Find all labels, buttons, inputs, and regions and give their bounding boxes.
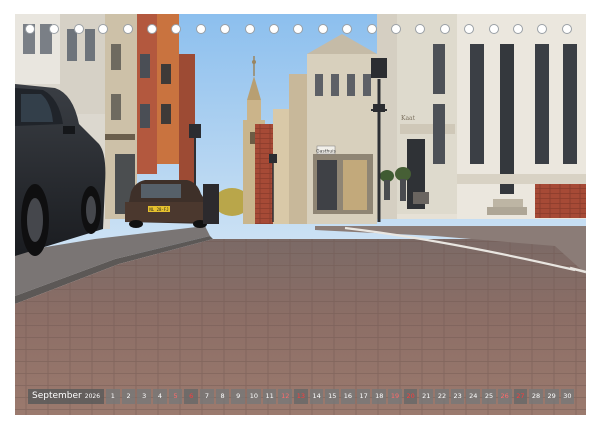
calendar-day: 19 bbox=[388, 389, 402, 404]
calendar-day: 17 bbox=[356, 389, 371, 404]
calendar-day: 5 bbox=[168, 389, 183, 404]
month-label: September 2026 bbox=[28, 389, 105, 404]
calendar-day: 7 bbox=[200, 389, 214, 404]
binding-ring bbox=[244, 24, 255, 34]
binding-ring bbox=[537, 24, 548, 34]
calendar-day: 9 bbox=[231, 389, 246, 404]
month-name: September bbox=[32, 391, 82, 401]
calendar-day: 24 bbox=[466, 389, 481, 404]
calendar-day: 15 bbox=[325, 389, 340, 404]
calendar-day: 25 bbox=[482, 389, 496, 404]
license-plate: NL 28-FJ bbox=[149, 207, 168, 212]
calendar-day: 21 bbox=[419, 389, 434, 404]
calendar-day: 22 bbox=[435, 389, 449, 404]
year-label: 2026 bbox=[84, 393, 101, 400]
calendar-day: 14 bbox=[309, 389, 324, 404]
binding-rings bbox=[15, 24, 586, 40]
calendar-strip: September 2026 1 2 3 4 5 6 7 8 9 10 11 12 13 14 15 16 17 1… bbox=[28, 389, 575, 404]
binding-ring bbox=[488, 24, 499, 34]
calendar-day: 3 bbox=[137, 389, 152, 404]
binding-ring bbox=[25, 24, 35, 34]
binding-ring bbox=[195, 24, 206, 34]
calendar-day: 20 bbox=[403, 389, 418, 404]
calendar-day: 11 bbox=[262, 389, 277, 404]
binding-ring bbox=[317, 24, 328, 34]
calendar-day: 13 bbox=[294, 389, 308, 404]
calendar-day: 10 bbox=[247, 389, 261, 404]
calendar-day: 18 bbox=[372, 389, 387, 404]
parked-car: NL 28-FJ bbox=[125, 180, 219, 228]
binding-ring bbox=[98, 24, 109, 34]
calendar-day: 12 bbox=[278, 389, 293, 404]
binding-ring bbox=[220, 24, 231, 34]
binding-ring bbox=[73, 24, 84, 34]
street-scene: Gasthuis Kaat NL 28-FJ bbox=[15, 14, 586, 415]
calendar-day: 1 bbox=[106, 389, 120, 404]
shop-sign: Kaat bbox=[401, 115, 416, 122]
calendar-day: 28 bbox=[529, 389, 543, 404]
calendar-day: 26 bbox=[497, 389, 512, 404]
binding-ring bbox=[366, 24, 377, 34]
calendar-day: 16 bbox=[341, 389, 355, 404]
calendar-day: 29 bbox=[544, 389, 559, 404]
calendar-day: 2 bbox=[121, 389, 136, 404]
binding-ring bbox=[464, 24, 475, 34]
calendar-day: 4 bbox=[153, 389, 167, 404]
binding-ring bbox=[49, 24, 60, 34]
street-sign: Gasthuis bbox=[316, 148, 336, 154]
binding-ring bbox=[171, 24, 182, 34]
calendar-page: Gasthuis Kaat NL 28-FJ September 2026 1 … bbox=[0, 0, 600, 431]
binding-ring bbox=[391, 24, 401, 34]
binding-ring bbox=[147, 24, 157, 34]
binding-ring bbox=[342, 24, 353, 34]
calendar-day: 23 bbox=[450, 389, 465, 404]
binding-ring bbox=[415, 24, 426, 34]
calendar-day: 8 bbox=[215, 389, 230, 404]
calendar-day: 6 bbox=[184, 389, 199, 404]
calendar-day: 27 bbox=[513, 389, 528, 404]
binding-ring bbox=[122, 24, 133, 34]
binding-ring bbox=[269, 24, 279, 34]
street-photo: Gasthuis Kaat NL 28-FJ bbox=[15, 14, 586, 415]
binding-ring bbox=[439, 24, 450, 34]
binding-ring bbox=[293, 24, 304, 34]
binding-ring bbox=[513, 24, 523, 34]
calendar-day: 30 bbox=[560, 389, 575, 404]
binding-ring bbox=[561, 24, 572, 34]
